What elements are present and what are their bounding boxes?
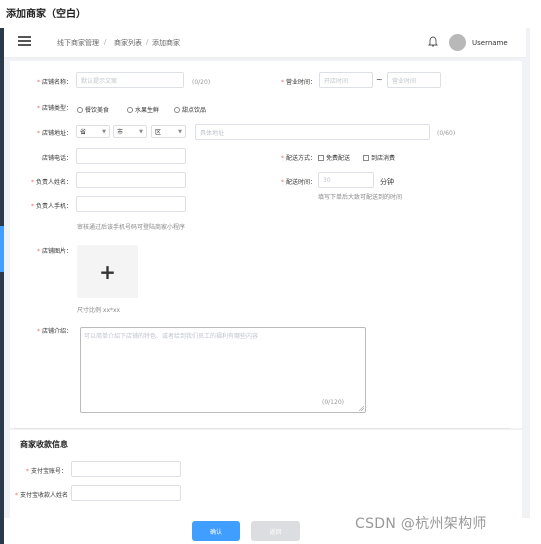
delivery-method-label: * 配送方式： — [280, 155, 316, 162]
owner-phone-hint: 审核通过后该手机号码可登陆商家小程序 — [77, 224, 186, 231]
alipay-account-label: * 支付宝账号： — [25, 468, 67, 475]
breadcrumb-item-add-merchant: 添加商家 — [152, 39, 180, 47]
store-name-counter: (0/20) — [192, 79, 211, 86]
store-type-label: * 店铺类型： — [36, 105, 72, 112]
store-phone-input[interactable] — [76, 148, 186, 164]
delivery-time-label: * 配送时间： — [280, 179, 316, 186]
store-phone-label: 店铺电话： — [41, 155, 72, 162]
delivery-free-checkbox[interactable]: 免费配送 — [318, 153, 350, 162]
page-heading: 添加商家（空白） — [6, 9, 86, 20]
menu-toggle-icon[interactable] — [18, 36, 31, 47]
store-address-label: * 店铺地址： — [36, 130, 72, 137]
breadcrumb-separator: / — [146, 38, 149, 46]
owner-name-input[interactable] — [76, 172, 186, 188]
resize-handle-icon[interactable] — [359, 406, 364, 411]
close-time-input[interactable]: 营业时间 — [387, 72, 441, 88]
breadcrumb-separator: / — [104, 38, 107, 46]
return-button[interactable]: 返回 — [251, 521, 300, 541]
detail-address-input[interactable]: 具体地址 — [195, 124, 430, 140]
business-hours-label: * 营业时间： — [280, 79, 316, 86]
owner-phone-label: * 负责人手机： — [30, 203, 72, 210]
store-type-radio-dessert[interactable]: 甜点饮品 — [174, 105, 206, 114]
image-upload-button[interactable]: + — [77, 245, 138, 298]
payment-section-title: 商家收款信息 — [20, 440, 68, 449]
payment-card — [10, 430, 522, 525]
store-intro-label: * 店铺介绍： — [36, 328, 72, 335]
alipay-account-input[interactable] — [71, 461, 181, 477]
delivery-time-input[interactable]: 30 — [318, 172, 374, 188]
breadcrumb-item-offline-merchant-management[interactable]: 线下商家管理 — [57, 38, 99, 48]
province-select[interactable]: 省 ▼ — [76, 125, 110, 138]
open-time-input[interactable]: 开店时间 — [319, 72, 373, 88]
city-select[interactable]: 市 ▼ — [113, 125, 147, 138]
owner-phone-input[interactable] — [76, 196, 186, 212]
confirm-button[interactable]: 确认 — [192, 521, 240, 541]
store-intro-counter: (0/120) — [322, 399, 344, 406]
breadcrumb-item-merchant-list[interactable]: 商家列表 — [114, 38, 142, 48]
delivery-instore-checkbox[interactable]: 到店消费 — [363, 153, 395, 162]
store-type-radio-fruit[interactable]: 水果生鲜 — [127, 105, 159, 114]
address-counter: (0/60) — [437, 130, 456, 137]
avatar[interactable] — [449, 34, 466, 51]
time-range-separator: ~ — [376, 75, 383, 84]
alipay-name-input[interactable] — [71, 485, 181, 501]
bell-icon[interactable] — [428, 36, 438, 47]
delivery-time-unit: 分钟 — [380, 178, 394, 186]
watermark: CSDN @杭州架构师 — [355, 516, 487, 532]
alipay-name-label: * 支付宝收款人姓名 — [14, 492, 68, 499]
store-type-radio-food[interactable]: 餐饮美食 — [77, 105, 109, 114]
store-image-label: * 店铺图片： — [36, 248, 72, 255]
delivery-time-hint: 填写下单后大致可配送到的时间 — [318, 194, 403, 201]
store-name-input[interactable]: 默认提示文案 — [76, 72, 184, 88]
username[interactable]: Username — [472, 39, 508, 47]
owner-name-label: * 负责人姓名： — [30, 179, 72, 186]
section-divider — [14, 428, 510, 429]
plus-icon: + — [99, 259, 116, 284]
store-name-label: * 店铺名称： — [36, 79, 72, 86]
image-size-hint: 尺寸比例 xx*xx — [77, 307, 121, 314]
store-intro-placeholder: 可以简单介绍下店铺的特色、或者给到我们员工的福利有哪些内容 — [84, 333, 259, 340]
district-select[interactable]: 区 ▼ — [151, 125, 186, 138]
